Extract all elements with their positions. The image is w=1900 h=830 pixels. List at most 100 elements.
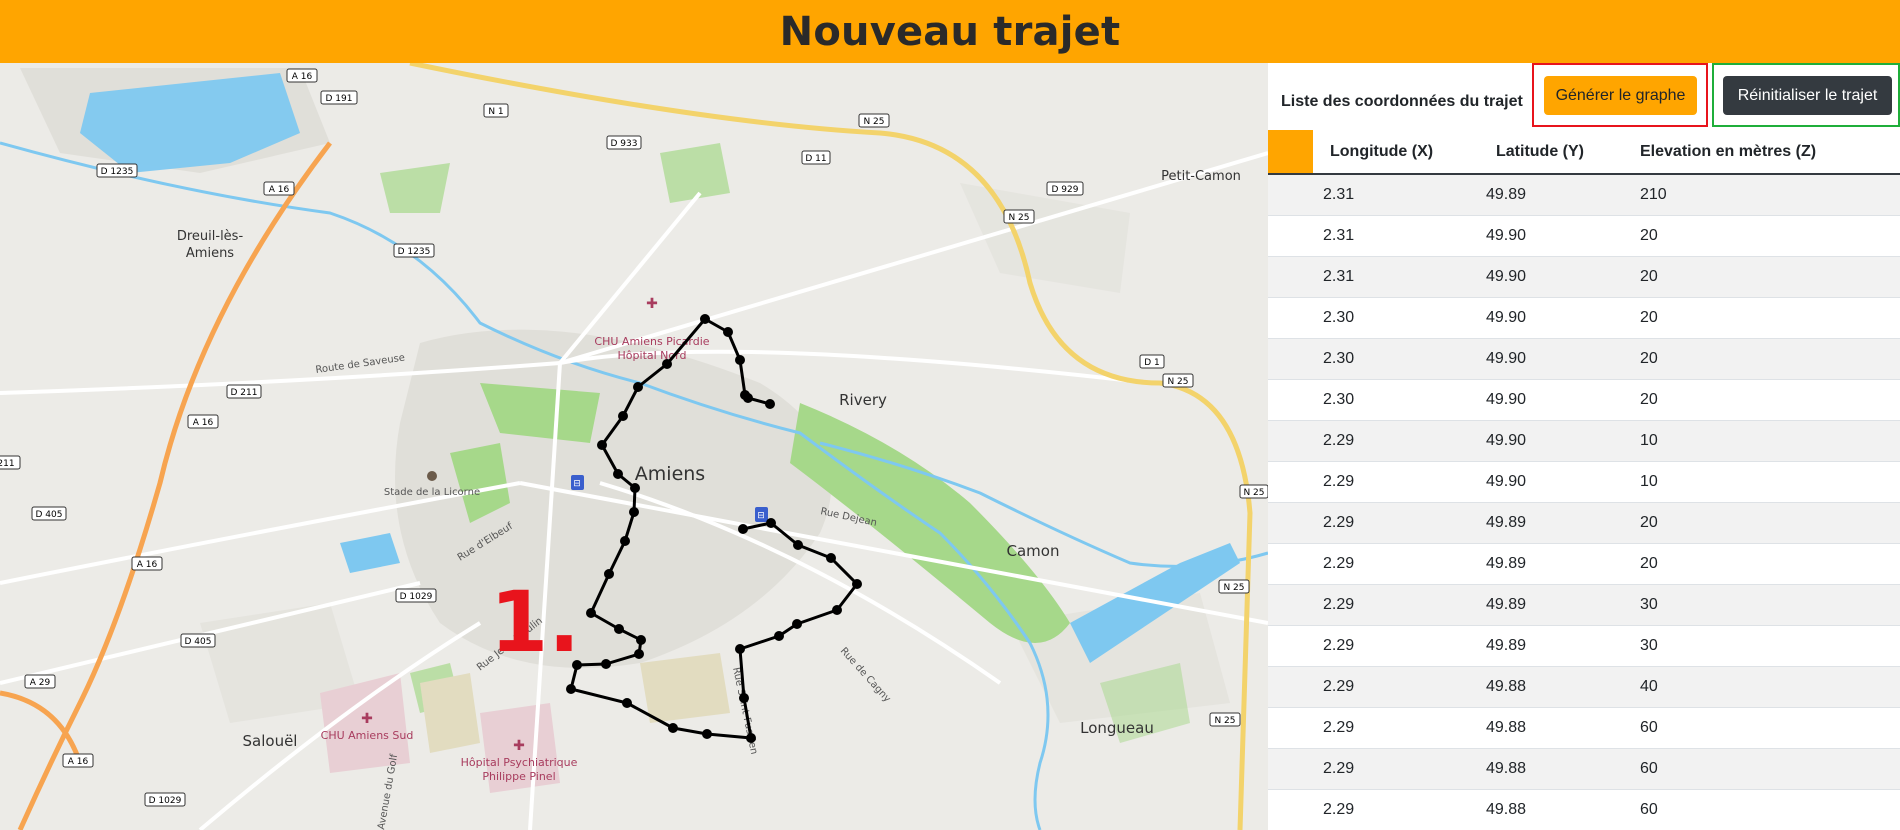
route-waypoint[interactable] [634,649,644,659]
row-spacer [1268,625,1313,666]
place-label-petit-camon: Petit-Camon [1161,169,1241,184]
reset-route-button[interactable]: Réinitialiser le trajet [1723,76,1892,115]
table-row: 2.29 49.89 20 [1268,543,1900,584]
route-waypoint[interactable] [765,399,775,409]
route-waypoint[interactable] [746,733,756,743]
cell-longitude: 2.31 [1323,226,1355,244]
svg-text:A 16: A 16 [292,72,313,82]
cell-longitude: 2.29 [1323,513,1355,531]
route-waypoint[interactable] [604,569,614,579]
svg-text:D 929: D 929 [1052,185,1079,195]
route-waypoint[interactable] [852,579,862,589]
cell-latitude: 49.88 [1486,759,1527,777]
hospital-cross-icon: ✚ [646,296,658,312]
cell-latitude: 49.90 [1486,226,1527,244]
route-waypoint[interactable] [735,355,745,365]
row-spacer [1268,174,1313,215]
cell-elevation: 30 [1640,636,1658,654]
route-waypoint[interactable] [586,608,596,618]
cell-elevation: 20 [1640,267,1658,285]
route-waypoint[interactable] [826,553,836,563]
cell-longitude: 2.29 [1323,800,1355,818]
train-station-icon: ⊟ [571,475,584,490]
cell-longitude: 2.31 [1323,185,1355,203]
hospital-label: Philippe Pinel [482,770,555,783]
row-spacer [1268,379,1313,420]
route-waypoint[interactable] [630,483,640,493]
cell-longitude: 2.31 [1323,267,1355,285]
svg-text:A 16: A 16 [269,185,290,195]
cell-elevation: 20 [1640,390,1658,408]
hospital-label: CHU Amiens Picardie [594,335,709,348]
column-header-elevation: Elevation en mètres (Z) [1640,142,1817,160]
cell-latitude: 49.89 [1486,185,1527,203]
hospital-cross-icon: ✚ [513,738,525,754]
route-waypoint[interactable] [566,684,576,694]
road-badge: N 1 [483,103,509,118]
column-header-latitude: Latitude (Y) [1496,142,1584,160]
svg-text:D 211: D 211 [231,388,258,398]
route-waypoint[interactable] [743,393,753,403]
route-waypoint[interactable] [739,693,749,703]
route-waypoint[interactable] [636,635,646,645]
route-waypoint[interactable] [723,327,733,337]
route-waypoint[interactable] [700,314,710,324]
table-row: 2.31 49.89 210 [1268,174,1900,215]
route-waypoint[interactable] [629,507,639,517]
place-label-rivery: Rivery [839,391,887,409]
road-badge: D 1029 [395,588,437,603]
row-spacer [1268,502,1313,543]
road-badge: N 25 [1209,712,1241,727]
svg-text:N 25: N 25 [1243,488,1264,498]
place-label-amiens: Amiens [635,463,705,485]
route-waypoint[interactable] [633,382,643,392]
road-badge: A 29 [24,674,56,689]
road-badge: D 1235 [393,243,435,258]
cell-elevation: 20 [1640,308,1658,326]
table-row: 2.31 49.90 20 [1268,215,1900,256]
cell-latitude: 49.88 [1486,677,1527,695]
route-waypoint[interactable] [597,440,607,450]
svg-text:N 25: N 25 [1167,377,1188,387]
road-badge: A 16 [187,414,219,429]
route-waypoint[interactable] [613,469,623,479]
svg-text:D 933: D 933 [611,139,638,149]
route-map[interactable]: A 16 D 191 N 1 D 933 D 11 N 25 D 1235 A … [0,63,1268,830]
route-waypoint[interactable] [620,536,630,546]
route-waypoint[interactable] [614,624,624,634]
svg-text:D 405: D 405 [185,637,212,647]
svg-text:N 1: N 1 [488,107,503,117]
cell-latitude: 49.88 [1486,718,1527,736]
cell-latitude: 49.90 [1486,267,1527,285]
route-waypoint[interactable] [792,619,802,629]
hospital-label: Hôpital Psychiatrique [461,756,578,769]
place-label-longueau: Longueau [1080,719,1154,737]
cell-latitude: 49.89 [1486,513,1527,531]
route-waypoint[interactable] [774,631,784,641]
road-badge: D 1235 [96,163,138,178]
svg-text:D 1235: D 1235 [101,167,134,177]
route-waypoint[interactable] [793,540,803,550]
cell-latitude: 49.89 [1486,554,1527,572]
svg-text:⊟: ⊟ [757,511,765,521]
cell-latitude: 49.89 [1486,636,1527,654]
route-waypoint[interactable] [618,411,628,421]
generate-graph-button[interactable]: Générer le graphe [1544,76,1697,115]
route-waypoint[interactable] [601,659,611,669]
route-waypoint[interactable] [738,524,748,534]
route-waypoint[interactable] [766,518,776,528]
route-waypoint[interactable] [662,359,672,369]
cell-elevation: 20 [1640,554,1658,572]
svg-text:D 11: D 11 [805,154,826,164]
route-waypoint[interactable] [622,698,632,708]
svg-text:211: 211 [0,459,15,469]
svg-text:N 25: N 25 [863,117,884,127]
route-waypoint[interactable] [702,729,712,739]
route-waypoint[interactable] [832,605,842,615]
route-waypoint[interactable] [735,644,745,654]
route-waypoint[interactable] [668,723,678,733]
svg-text:D 1: D 1 [1144,358,1160,368]
road-badge: N 25 [1162,373,1194,388]
cell-latitude: 49.90 [1486,390,1527,408]
cell-elevation: 60 [1640,759,1658,777]
